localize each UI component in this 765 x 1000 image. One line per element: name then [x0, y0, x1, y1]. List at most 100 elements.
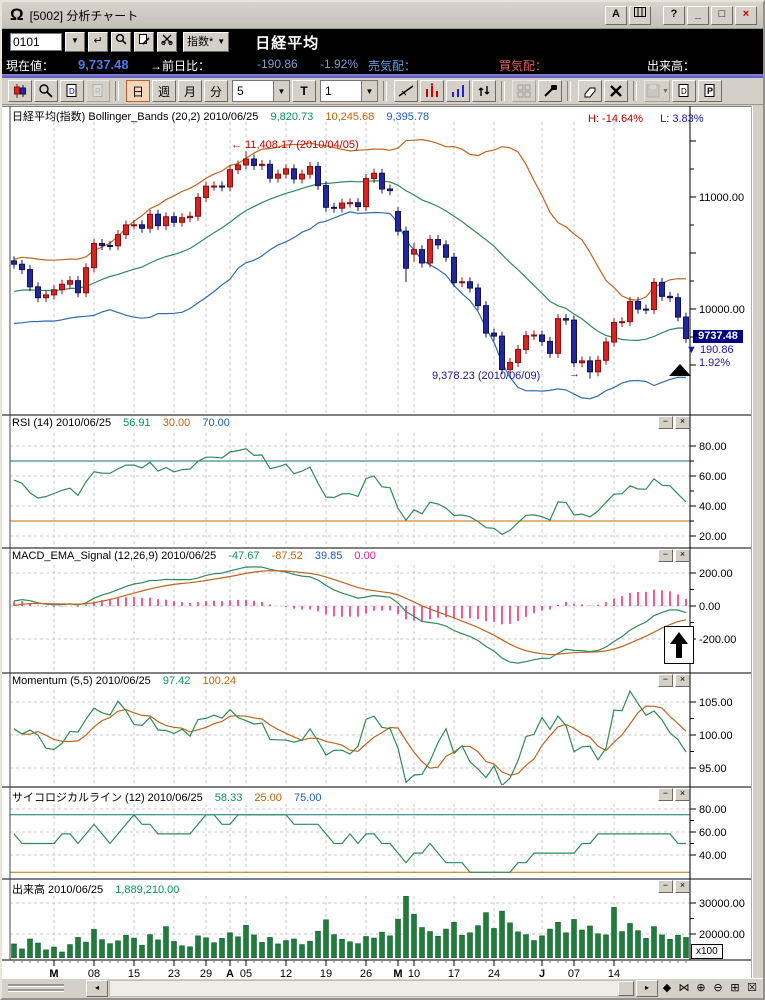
candle-body [652, 282, 657, 309]
candle-body [572, 320, 577, 363]
volume-bar [564, 933, 569, 958]
chart-area: 11000.0010000.0080.0060.0040.0020.00200.… [2, 106, 753, 980]
help-button[interactable]: ? [663, 6, 685, 25]
chart-canvas[interactable]: 11000.0010000.0080.0060.0040.0020.00200.… [2, 106, 753, 980]
momentum-minimize-button[interactable]: − [658, 674, 673, 687]
psych-minimize-button[interactable]: − [658, 788, 673, 801]
candle-body [564, 319, 569, 320]
ask-label: 売気配： [368, 57, 416, 74]
volume-bar [532, 941, 537, 958]
tick-button[interactable]: T [292, 80, 316, 102]
candle-body [556, 319, 561, 354]
volume-bar [540, 936, 545, 958]
volume-bar [124, 935, 129, 958]
zoom-select-button[interactable] [34, 80, 58, 102]
minimize-button[interactable]: _ [687, 6, 709, 25]
scrollbar-thumb[interactable] [618, 981, 634, 996]
rsi-minimize-button[interactable]: − [658, 416, 673, 429]
splitter-grip[interactable] [2, 979, 86, 997]
psych-value: 58.33 [215, 792, 243, 804]
volume-bar [132, 938, 137, 958]
updown-arrows-button[interactable] [472, 80, 496, 102]
volume-minimize-button[interactable]: − [658, 880, 673, 893]
momentum-close-button[interactable]: × [675, 674, 690, 687]
candle-body [52, 290, 57, 295]
change-percent: -1.92% [320, 57, 358, 71]
candle-body [132, 225, 137, 226]
maximize-button[interactable]: □ [711, 6, 733, 25]
chart-type-button[interactable] [8, 80, 32, 102]
font-button[interactable]: A [605, 6, 627, 25]
volume-close-button[interactable]: × [675, 880, 690, 893]
search-button[interactable] [111, 32, 131, 52]
candle-body [284, 169, 289, 174]
period-day-button[interactable]: 日 [126, 80, 150, 102]
bollinger-lower-value: 9,395.78 [386, 111, 429, 123]
scrollbar-track[interactable] [109, 980, 635, 997]
period-week-button[interactable]: 週 [152, 80, 176, 102]
candle-body [252, 159, 257, 165]
tick-select[interactable]: 1▼ [320, 80, 378, 102]
macd-label: MACD_EMA_Signal (12,26,9) 2010/06/25 [12, 550, 216, 562]
volume-bar [620, 932, 625, 958]
copy-chart-button[interactable]: R [86, 80, 110, 102]
cut-button[interactable] [157, 32, 177, 52]
volume-unit-badge: x100 [691, 944, 723, 959]
candle-body [28, 270, 33, 287]
indicator-red-button[interactable] [420, 80, 444, 102]
rsi-close-button[interactable]: × [675, 416, 690, 429]
minute-select[interactable]: 5▼ [232, 80, 290, 102]
up-triangle-marker [669, 364, 691, 376]
zoom-out-button[interactable]: ⊖ [710, 981, 726, 996]
symbol-code-input[interactable] [10, 33, 62, 51]
high-percent: H: -14.64% [588, 113, 643, 125]
scroll-left-button[interactable]: ◂ [86, 980, 108, 997]
volume-bar [684, 937, 689, 958]
volume-bar [284, 941, 289, 958]
code-dropdown-button[interactable]: ▼ [65, 32, 85, 52]
grid-toggle-button[interactable]: ⊞ [727, 981, 743, 996]
zoom-in-button[interactable]: ⊕ [693, 981, 709, 996]
period-minute-button[interactable]: 分 [204, 80, 228, 102]
macd-panel-buttons: −× [658, 549, 690, 562]
grid-button[interactable] [512, 80, 536, 102]
volume-bar [428, 932, 433, 958]
indicator-blue-button[interactable] [446, 80, 470, 102]
edit-button[interactable] [134, 32, 154, 52]
candle-body [308, 166, 313, 174]
candle-body [540, 335, 545, 341]
candle-body [84, 268, 89, 293]
close-button[interactable]: × [735, 6, 757, 25]
trendline-button[interactable] [394, 80, 418, 102]
axis-label: 30000.00 [699, 898, 745, 910]
settings-button[interactable] [538, 80, 562, 102]
category-select[interactable]: 指数* ▼ [183, 32, 229, 52]
nav-latest-button[interactable]: ⋈ [676, 981, 692, 996]
candle-body [116, 235, 121, 246]
command-bar: ▼ ↵ 指数* ▼ 日経平均 [2, 29, 763, 56]
volume-bar [444, 929, 449, 958]
volume-bar [84, 942, 89, 958]
page-d-button[interactable]: D [672, 80, 696, 102]
volume-bar [28, 939, 33, 958]
axis-label: 40.00 [699, 850, 727, 862]
enter-button[interactable]: ↵ [88, 32, 108, 52]
macd-close-button[interactable]: × [675, 549, 690, 562]
eraser-button[interactable] [578, 80, 602, 102]
scroll-right-button[interactable]: ▸ [636, 980, 658, 997]
nav-diamond-button[interactable]: ◆ [659, 981, 675, 996]
volume-panel-buttons: −× [658, 880, 690, 893]
close-chart-button[interactable]: ☒ [744, 981, 760, 996]
chart-toolbar: DR日週月分5▼T1▼▼DP [2, 78, 763, 105]
volume-bar [92, 929, 97, 958]
macd-minimize-button[interactable]: − [658, 549, 673, 562]
volume-bar [196, 936, 201, 958]
candle-body [364, 179, 369, 207]
save-button[interactable]: ▼ [644, 80, 670, 102]
new-chart-button[interactable]: D [60, 80, 84, 102]
psych-close-button[interactable]: × [675, 788, 690, 801]
period-month-button[interactable]: 月 [178, 80, 202, 102]
layout-button[interactable] [629, 6, 651, 25]
delete-button[interactable] [604, 80, 628, 102]
page-p-button[interactable]: P [698, 80, 722, 102]
